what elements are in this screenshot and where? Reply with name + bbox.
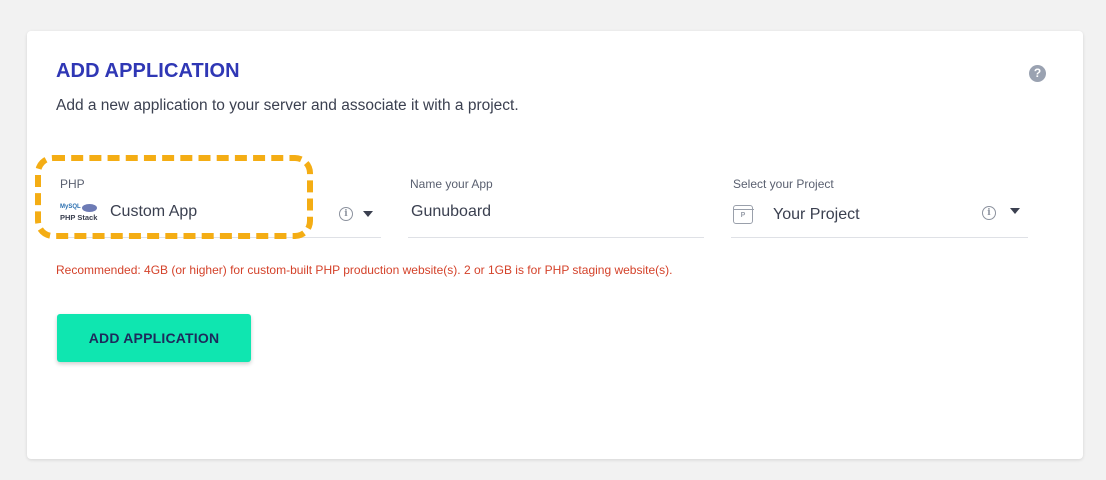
project-select-value: Your Project (773, 206, 860, 223)
php-stack-logo-mysql-text: MySQL (60, 204, 81, 210)
app-name-input[interactable]: Gunuboard (411, 203, 491, 221)
php-stack-logo-text: PHP Stack (60, 213, 98, 222)
project-select[interactable]: Select your Project P Your Project i (731, 177, 1028, 238)
recommendation-text: Recommended: 4GB (or higher) for custom-… (56, 263, 673, 277)
project-folder-icon: P (732, 205, 754, 224)
php-stack-logo: MySQL PHP Stack (60, 204, 100, 224)
info-icon[interactable]: i (982, 206, 996, 220)
app-name-label: Name your App (410, 177, 493, 191)
info-icon[interactable]: i (339, 207, 353, 221)
question-circle-icon[interactable]: ? (1029, 65, 1046, 82)
application-select[interactable]: PHP MySQL PHP Stack Custom App i (58, 177, 381, 238)
application-select-label: PHP (60, 177, 85, 191)
add-application-card: ADD APPLICATION ? Add a new application … (27, 31, 1083, 459)
caret-down-icon[interactable] (1010, 208, 1020, 214)
php-oval-icon (82, 204, 97, 212)
project-icon-letter: P (740, 212, 746, 219)
add-application-button[interactable]: ADD APPLICATION (57, 314, 251, 362)
page-subtitle: Add a new application to your server and… (56, 97, 519, 114)
application-select-value: Custom App (110, 203, 198, 220)
app-name-field[interactable]: Name your App Gunuboard (408, 177, 704, 238)
caret-down-icon[interactable] (363, 211, 373, 217)
page-title: ADD APPLICATION (56, 60, 240, 82)
project-select-label: Select your Project (733, 177, 834, 191)
